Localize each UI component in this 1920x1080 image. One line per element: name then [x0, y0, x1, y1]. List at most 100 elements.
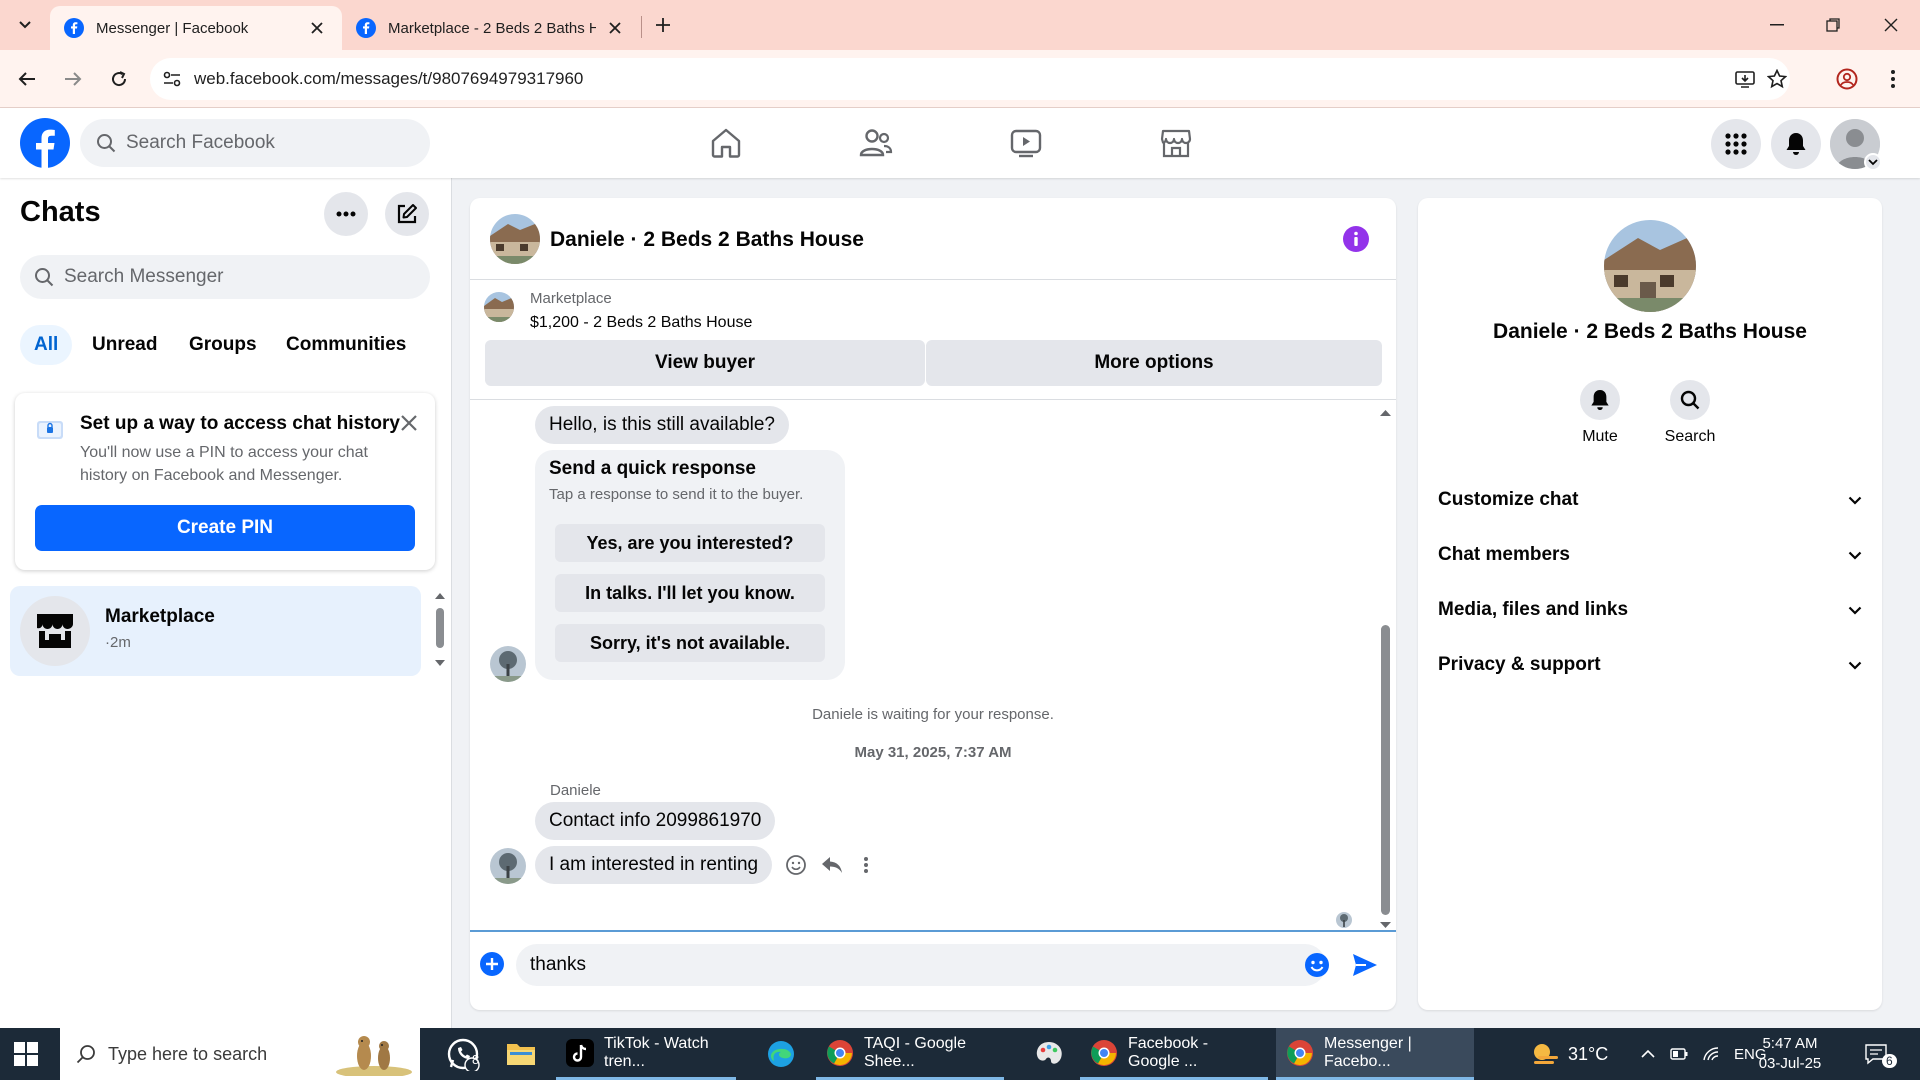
filter-groups[interactable]: Groups — [175, 325, 271, 365]
windows-start-icon[interactable] — [12, 1040, 40, 1068]
facebook-search-input[interactable]: Search Facebook — [80, 119, 430, 167]
scroll-down-icon[interactable] — [1379, 920, 1392, 930]
chat-members-section[interactable]: Chat members — [1438, 533, 1862, 577]
media-files-section[interactable]: Media, files and links — [1438, 588, 1862, 632]
house-avatar[interactable] — [490, 214, 540, 264]
house-avatar[interactable] — [1604, 220, 1696, 312]
quick-response-card: Send a quick response Tap a response to … — [535, 450, 845, 680]
close-tab-icon[interactable] — [604, 17, 626, 39]
quick-response-option[interactable]: Yes, are you interested? — [555, 524, 825, 562]
info-icon[interactable] — [1343, 226, 1369, 252]
search-icon — [76, 1045, 95, 1064]
taskbar-edge[interactable] — [756, 1028, 806, 1080]
search-in-chat-button[interactable]: Search — [1645, 380, 1735, 446]
view-buyer-button[interactable]: View buyer — [485, 340, 925, 386]
nav-marketplace[interactable] — [1121, 118, 1231, 168]
nav-home[interactable] — [671, 118, 781, 168]
quick-response-title: Send a quick response — [549, 458, 756, 479]
taskbar-search-input[interactable]: Type here to search — [60, 1028, 420, 1080]
taskbar-chrome-messenger[interactable]: Messenger | Facebo... — [1276, 1028, 1474, 1080]
close-tab-icon[interactable] — [306, 17, 328, 39]
taskbar-file-explorer[interactable] — [496, 1028, 546, 1080]
menu-button[interactable] — [1711, 119, 1761, 169]
chat-list-item[interactable]: Marketplace ·2m — [10, 586, 421, 676]
message-bubble[interactable]: Contact info 2099861970 — [535, 802, 776, 840]
reply-icon[interactable] — [818, 851, 846, 879]
react-icon[interactable] — [782, 851, 810, 879]
reload-icon — [112, 71, 127, 87]
site-info-icon[interactable] — [150, 58, 194, 100]
create-pin-button[interactable]: Create PIN — [35, 505, 415, 551]
browser-tab-bar: Messenger | Facebook Marketplace - 2 Bed… — [0, 0, 1920, 50]
close-window-button[interactable] — [1876, 10, 1906, 40]
send-icon[interactable] — [1350, 950, 1380, 980]
filter-communities[interactable]: Communities — [272, 325, 420, 365]
windows-taskbar: Type here to search 8 TikTok - Watch tre… — [0, 1028, 1920, 1080]
chat-options-button[interactable] — [324, 192, 368, 236]
facebook-logo-icon[interactable] — [20, 118, 70, 168]
more-options-button[interactable]: More options — [926, 340, 1382, 386]
sender-avatar[interactable] — [490, 848, 526, 884]
emoji-icon[interactable] — [1304, 952, 1330, 978]
message-bubble[interactable]: I am interested in renting — [535, 846, 773, 884]
notification-center[interactable]: 6 — [1864, 1028, 1897, 1080]
taskbar-chrome-sheets[interactable]: TAQI - Google Shee... — [816, 1028, 1004, 1080]
scroll-up-icon[interactable] — [434, 591, 446, 601]
notifications-button[interactable] — [1771, 119, 1821, 169]
reload-button[interactable] — [104, 64, 134, 94]
new-message-button[interactable] — [385, 192, 429, 236]
profile-icon[interactable] — [1832, 64, 1862, 94]
restore-button[interactable] — [1818, 10, 1848, 40]
chevron-up-icon — [1641, 1049, 1655, 1058]
scroll-down-icon[interactable] — [434, 658, 446, 668]
taskbar-whatsapp[interactable]: 8 — [436, 1028, 490, 1080]
taskbar-chrome-facebook[interactable]: Facebook - Google ... — [1080, 1028, 1268, 1080]
address-bar[interactable]: web.facebook.com/messages/t/980769497931… — [150, 58, 1790, 100]
quick-response-option[interactable]: Sorry, it's not available. — [555, 624, 825, 662]
page-scrollbar[interactable] — [1900, 108, 1920, 1028]
customize-chat-section[interactable]: Customize chat — [1438, 478, 1862, 522]
back-button[interactable] — [12, 64, 42, 94]
sender-avatar[interactable] — [490, 646, 526, 682]
message-input[interactable] — [516, 944, 1326, 986]
details-name: Daniele · 2 Beds 2 Baths House — [1493, 320, 1807, 343]
tab-title: Messenger | Facebook — [96, 19, 249, 37]
listing-title[interactable]: $1,200 - 2 Beds 2 Baths House — [530, 314, 752, 332]
mute-button[interactable]: Mute — [1555, 380, 1645, 446]
messenger-search-input[interactable]: Search Messenger — [20, 255, 430, 299]
search-placeholder: Search Messenger — [64, 266, 224, 287]
quick-response-option[interactable]: In talks. I'll let you know. — [555, 574, 825, 612]
nav-watch[interactable] — [971, 118, 1081, 168]
bookmark-star-icon[interactable] — [1762, 64, 1792, 94]
minimize-button[interactable] — [1762, 10, 1792, 40]
sidebar-scrollbar-thumb[interactable] — [436, 608, 444, 648]
new-tab-button[interactable] — [650, 12, 676, 38]
more-vertical-icon[interactable] — [852, 851, 880, 879]
account-menu-chevron[interactable] — [1864, 153, 1882, 171]
thread-scrollbar-thumb[interactable] — [1381, 625, 1390, 915]
message-bubble[interactable]: Hello, is this still available? — [535, 406, 789, 444]
forward-button[interactable] — [58, 64, 88, 94]
taskbar-paint[interactable] — [1024, 1028, 1074, 1080]
scroll-up-icon[interactable] — [1379, 408, 1392, 418]
plus-circle-icon[interactable] — [478, 950, 506, 978]
tab-divider — [641, 16, 642, 38]
nav-friends[interactable] — [821, 118, 931, 168]
privacy-support-section[interactable]: Privacy & support — [1438, 643, 1862, 687]
chrome-menu-icon[interactable] — [1878, 64, 1908, 94]
close-icon[interactable] — [397, 411, 421, 435]
chats-sidebar: Chats Search Messenger All Unread Groups… — [0, 178, 452, 1028]
taskbar-clock[interactable]: 5:47 AM 03-Jul-25 — [1740, 1034, 1840, 1074]
filter-all[interactable]: All — [20, 325, 73, 365]
tab-marketplace[interactable]: Marketplace - 2 Beds 2 Baths H — [342, 6, 640, 50]
tab-messenger[interactable]: Messenger | Facebook — [50, 6, 342, 50]
tab-search-button[interactable] — [10, 10, 40, 40]
message-thread: Hello, is this still available? Send a q… — [470, 400, 1396, 930]
taskbar-tiktok[interactable]: TikTok - Watch tren... — [556, 1028, 736, 1080]
filter-unread[interactable]: Unread — [78, 325, 171, 365]
compose-icon — [397, 204, 417, 224]
weather-widget[interactable]: 31°C — [1530, 1028, 1608, 1080]
install-app-icon[interactable] — [1730, 64, 1760, 94]
taskbar-app-label: Facebook - Google ... — [1128, 1034, 1209, 1070]
listing-thumbnail — [484, 292, 514, 322]
